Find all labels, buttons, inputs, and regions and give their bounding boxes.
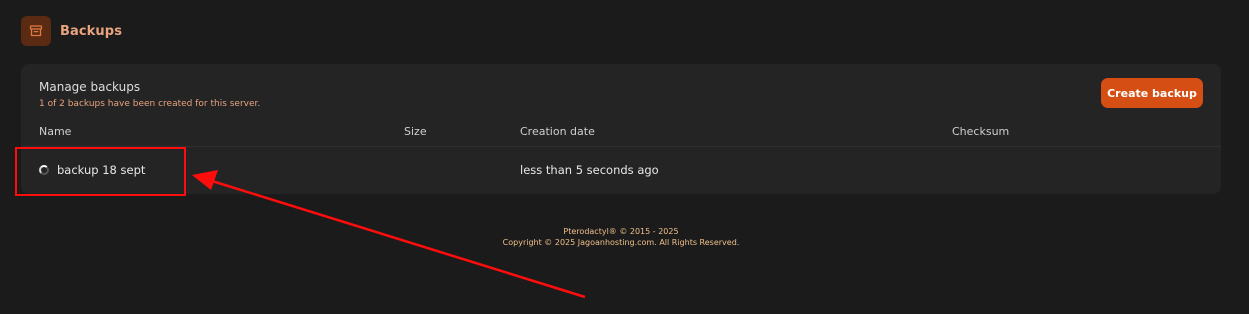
create-backup-button[interactable]: Create backup — [1101, 78, 1203, 108]
footer-copyright: Copyright © 2025 Jagoanhosting.com. All … — [502, 238, 740, 247]
page-title: Backups — [60, 23, 123, 39]
column-header-size: Size — [404, 125, 427, 138]
archive-icon — [21, 16, 51, 46]
table-row[interactable]: backup 18 sept less than 5 seconds ago — [21, 147, 1221, 193]
backups-card: Manage backups 1 of 2 backups have been … — [21, 64, 1221, 194]
backup-creation-date: less than 5 seconds ago — [520, 163, 659, 177]
footer-version: Pterodactyl® © 2015 - 2025 — [563, 227, 679, 236]
backup-count-text: 1 of 2 backups have been created for thi… — [39, 99, 261, 109]
card-title: Manage backups — [39, 80, 141, 94]
loading-spinner-icon — [39, 165, 49, 175]
backup-name: backup 18 sept — [57, 163, 146, 177]
column-header-checksum: Checksum — [952, 125, 1010, 138]
footer: Pterodactyl® © 2015 - 2025 Copyright © 2… — [0, 226, 1242, 248]
column-header-creation-date: Creation date — [520, 125, 595, 138]
page-header: Backups — [21, 16, 122, 46]
column-header-name: Name — [39, 125, 72, 138]
